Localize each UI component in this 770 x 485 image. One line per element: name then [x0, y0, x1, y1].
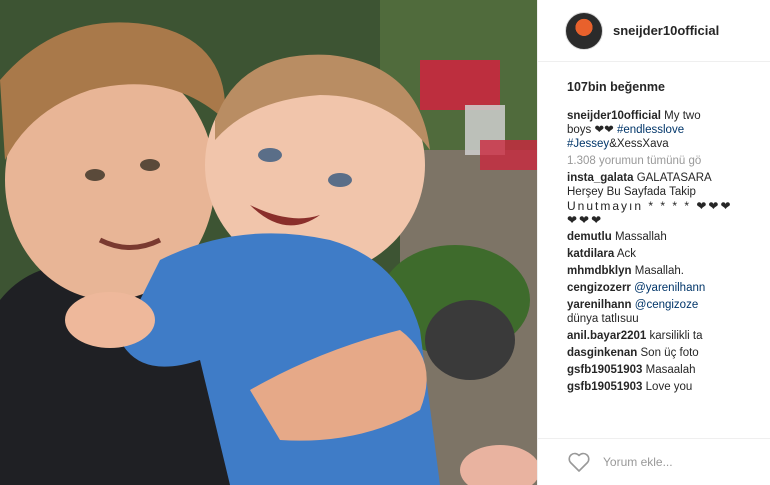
- comment-item: gsfb19051903 Masaalah: [567, 363, 770, 377]
- comment-list: sneijder10official My two boys ❤❤ #endle…: [567, 109, 770, 394]
- comment-username[interactable]: gsfb19051903: [567, 381, 642, 393]
- avatar[interactable]: [565, 11, 603, 50]
- comment-text-line: Unutmayın * * * * ❤❤❤: [567, 199, 733, 213]
- comment-text: Massallah: [614, 231, 667, 243]
- view-all-comments-link[interactable]: 1.308 yorumun tümünü gö: [567, 154, 770, 168]
- caption: sneijder10official My two: [567, 109, 770, 123]
- caption-line: boys ❤❤ #endlesslove: [567, 123, 770, 137]
- comment-item: gsfb19051903 Love you: [567, 380, 770, 394]
- like-count[interactable]: 107bin beğenme: [567, 80, 665, 94]
- post-sidebar: sneijder10official 107bin beğenme sneijd…: [537, 0, 770, 485]
- comment-item: katdilara Ack: [567, 247, 770, 261]
- comment-item: dasginkenan Son üç foto: [567, 346, 770, 360]
- comment-item: yarenilhann @cengizoze: [567, 298, 770, 312]
- heart-outline-icon[interactable]: [565, 450, 593, 474]
- comment-text-line: Herşey Bu Sayfada Takip: [567, 186, 696, 198]
- heart-outline-icon-svg: [568, 452, 590, 472]
- add-comment-bar: [538, 438, 770, 485]
- comment-text: Masallah.: [634, 265, 684, 277]
- comment-username[interactable]: anil.bayar2201: [567, 330, 646, 342]
- comment-username[interactable]: mhmdbklyn: [567, 265, 632, 277]
- hashtag-jessey[interactable]: #Jessey: [567, 138, 609, 150]
- comment-mention[interactable]: @yarenilhann: [634, 282, 705, 294]
- comment-username[interactable]: dasginkenan: [567, 347, 637, 359]
- hashtag-endlesslove[interactable]: #endlesslove: [617, 124, 684, 136]
- comment-text: GALATASARA: [636, 172, 712, 184]
- comment-item: demutlu Massallah: [567, 230, 770, 244]
- caption-text: My two: [664, 110, 701, 122]
- comment-text: Love you: [645, 381, 693, 393]
- caption-line: #Jessey&XessXava: [567, 137, 770, 151]
- comment-username[interactable]: katdilara: [567, 248, 614, 260]
- comment-input[interactable]: [603, 455, 753, 469]
- caption-text-3: &XessXava: [609, 138, 669, 150]
- comment-username[interactable]: insta_galata: [567, 172, 633, 184]
- comment-username[interactable]: cengizozerr: [567, 282, 631, 294]
- comment-text: karsilikli ta: [649, 330, 703, 342]
- comment-text: Son üç foto: [640, 347, 699, 359]
- comment-item: anil.bayar2201 karsilikli ta: [567, 329, 770, 343]
- caption-text-2: boys ❤❤: [567, 124, 617, 136]
- comment-text-line: dünya tatlısuu: [567, 313, 639, 325]
- comment-mention[interactable]: @cengizoze: [635, 299, 698, 311]
- comment-username[interactable]: demutlu: [567, 231, 612, 243]
- comment-text: Masaalah: [645, 364, 696, 376]
- comment-item: mhmdbklyn Masallah.: [567, 264, 770, 278]
- caption-username[interactable]: sneijder10official: [567, 110, 661, 122]
- post-photo[interactable]: [0, 0, 537, 485]
- comment-username[interactable]: yarenilhann: [567, 299, 632, 311]
- photo-illustration: [0, 0, 537, 485]
- comment-item: insta_galata GALATASARA: [567, 171, 770, 185]
- comment-text-line: ❤❤❤: [567, 213, 604, 227]
- comment-username[interactable]: gsfb19051903: [567, 364, 642, 376]
- comment-text: Ack: [616, 248, 637, 260]
- comment-item: cengizozerr @yarenilhann: [567, 281, 770, 295]
- post-username[interactable]: sneijder10official: [613, 23, 719, 38]
- post-header: sneijder10official: [538, 0, 770, 62]
